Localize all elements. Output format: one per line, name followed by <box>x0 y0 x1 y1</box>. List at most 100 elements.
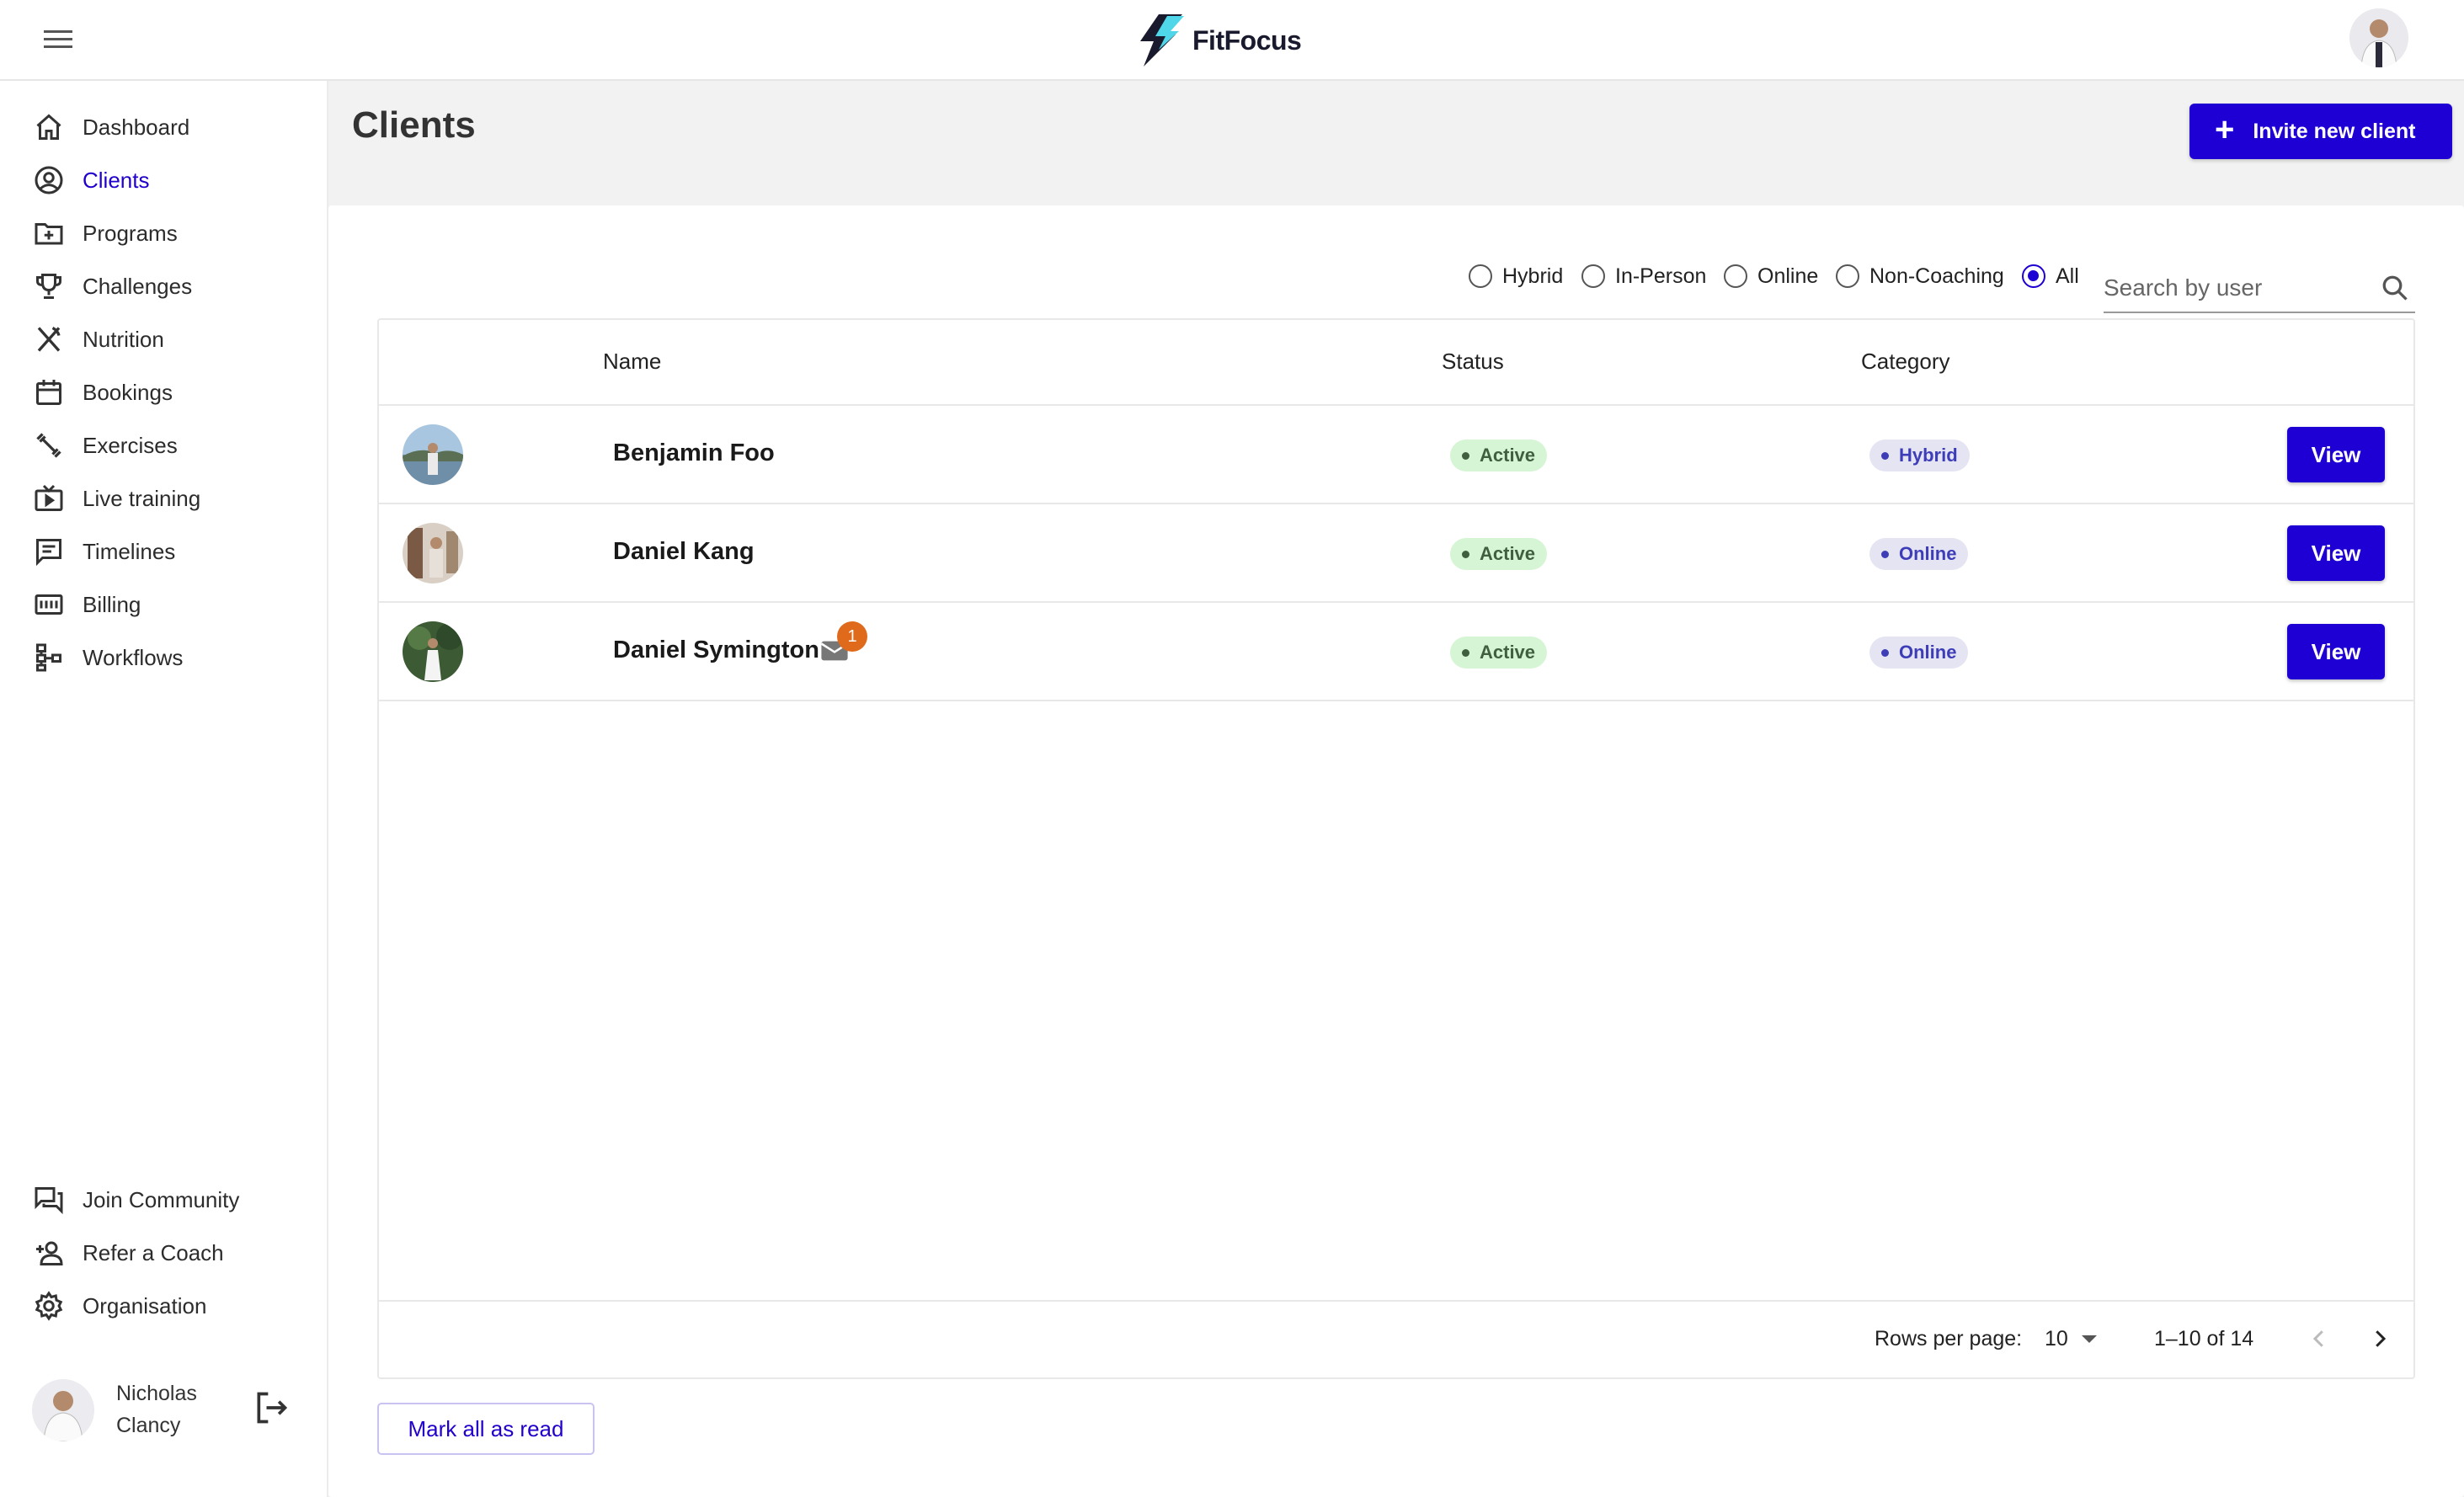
category-text: Online <box>1899 642 1957 663</box>
column-header-category[interactable]: Category <box>1861 349 1950 375</box>
next-page-button[interactable] <box>2360 1319 2400 1359</box>
fitfocus-logo[interactable]: FitFocus <box>1133 10 1302 71</box>
rows-per-page-select[interactable]: 10 <box>2045 1322 2097 1356</box>
trophy-icon <box>32 269 66 303</box>
sidebar-item-clients[interactable]: Clients <box>32 157 310 204</box>
column-header-name[interactable]: Name <box>603 349 661 375</box>
previous-page-button[interactable] <box>2299 1319 2339 1359</box>
category-text: Hybrid <box>1899 445 1958 466</box>
sidebar-item-join-community[interactable]: Join Community <box>32 1176 310 1223</box>
sidebar-item-programs[interactable]: Programs <box>32 210 310 257</box>
mark-all-as-read-button[interactable]: Mark all as read <box>377 1403 595 1455</box>
status-badge: Active <box>1450 637 1548 669</box>
table-row[interactable]: Daniel Symington 1 Active Online View <box>379 601 2413 700</box>
filter-radio-in-person[interactable]: In-Person <box>1581 261 1706 291</box>
filter-radio-non-coaching[interactable]: Non-Coaching <box>1836 261 2004 291</box>
category-text: Online <box>1899 543 1957 564</box>
client-name: Daniel Kang <box>613 538 755 565</box>
status-text: Active <box>1480 543 1536 564</box>
sidebar-item-label: Nutrition <box>83 326 164 352</box>
sidebar-item-label: Clients <box>83 167 150 193</box>
search-icon[interactable] <box>2380 273 2410 303</box>
sidebar-item-label: Refer a Coach <box>83 1239 224 1265</box>
chevron-left-icon <box>2312 1330 2323 1347</box>
radio-circle <box>1836 264 1859 288</box>
comment-icon <box>32 535 66 568</box>
billing-icon <box>32 588 66 621</box>
view-client-button[interactable]: View <box>2287 427 2385 482</box>
status-dot <box>1462 648 1469 657</box>
category-dot <box>1881 451 1889 460</box>
unread-count-badge: 1 <box>837 621 867 652</box>
user-profile: Nicholas Clancy <box>32 1369 310 1453</box>
sidebar-item-label: Dashboard <box>83 114 190 140</box>
logout-icon[interactable] <box>253 1389 293 1430</box>
sidebar-item-label: Workflows <box>83 644 184 670</box>
client-name: Benjamin Foo <box>613 440 775 466</box>
rows-per-page-value: 10 <box>2045 1326 2068 1350</box>
table-divider <box>379 700 2413 701</box>
avatar[interactable] <box>403 523 463 583</box>
sidebar-item-label: Live training <box>83 485 201 511</box>
view-client-button[interactable]: View <box>2287 624 2385 679</box>
sidebar-item-label: Bookings <box>83 379 173 405</box>
sidebar-item-refer-a-coach[interactable]: Refer a Coach <box>32 1229 310 1276</box>
filter-radio-online[interactable]: Online <box>1724 261 1818 291</box>
sidebar-item-bookings[interactable]: Bookings <box>32 369 310 416</box>
table-row[interactable]: Benjamin Foo Active Hybrid View <box>379 404 2413 503</box>
sidebar-item-label: Timelines <box>83 538 176 564</box>
home-icon <box>32 110 66 144</box>
radio-label: All <box>2056 264 2079 288</box>
search-input[interactable] <box>2104 271 2365 305</box>
radio-label: In-Person <box>1615 264 1707 288</box>
sidebar-item-label: Organisation <box>83 1292 207 1319</box>
radio-circle <box>1724 264 1747 288</box>
sidebar-item-billing[interactable]: Billing <box>32 581 310 628</box>
pagination-divider <box>379 1300 2413 1302</box>
invite-button-label: Invite new client <box>2253 119 2416 143</box>
live-tv-icon <box>32 482 66 515</box>
hamburger-menu-icon[interactable] <box>44 25 77 56</box>
user-name: Nicholas Clancy <box>116 1382 197 1437</box>
forum-icon <box>32 1183 66 1217</box>
invite-new-client-button[interactable]: + Invite new client <box>2189 104 2452 159</box>
filter-radio-all[interactable]: All <box>2022 261 2079 291</box>
sidebar-item-label: Challenges <box>83 273 193 299</box>
rows-per-page-label: Rows per page: <box>1875 1327 2023 1350</box>
sidebar-item-dashboard[interactable]: Dashboard <box>32 104 310 151</box>
sidebar-item-challenges[interactable]: Challenges <box>32 263 310 310</box>
sidebar-item-organisation[interactable]: Organisation <box>32 1282 310 1329</box>
clients-table: Name Status Category Benjamin Foo Active… <box>377 318 2415 1379</box>
sidebar-item-label: Join Community <box>83 1186 240 1212</box>
sidebar-item-timelines[interactable]: Timelines <box>32 528 310 575</box>
category-dot <box>1881 648 1889 657</box>
caret-down-icon <box>2081 1335 2097 1343</box>
radio-circle <box>2022 264 2045 288</box>
avatar[interactable] <box>32 1379 94 1441</box>
sidebar-item-nutrition[interactable]: Nutrition <box>32 316 310 363</box>
category-badge: Online <box>1869 538 1969 570</box>
sidebar-item-label: Billing <box>83 591 141 617</box>
sidebar-item-exercises[interactable]: Exercises <box>32 422 310 469</box>
filter-radio-hybrid[interactable]: Hybrid <box>1469 261 1563 291</box>
status-text: Active <box>1480 445 1536 466</box>
avatar[interactable] <box>403 424 463 485</box>
avatar[interactable] <box>403 621 463 682</box>
client-name: Daniel Symington <box>613 637 819 663</box>
table-row[interactable]: Daniel Kang Active Online View <box>379 503 2413 601</box>
radio-circle <box>1581 264 1605 288</box>
workflow-icon <box>32 641 66 674</box>
account-avatar[interactable] <box>2349 8 2408 67</box>
fork-knife-icon <box>32 322 66 356</box>
category-dot <box>1881 550 1889 558</box>
category-badge: Online <box>1869 637 1969 669</box>
sidebar-item-workflows[interactable]: Workflows <box>32 634 310 681</box>
sidebar-item-live-training[interactable]: Live training <box>32 475 310 522</box>
account-circle-icon <box>32 163 66 197</box>
column-header-status[interactable]: Status <box>1442 349 1504 375</box>
top-app-bar: FitFocus <box>0 0 2464 81</box>
calendar-icon <box>32 376 66 409</box>
view-client-button[interactable]: View <box>2287 525 2385 581</box>
plus-icon: + <box>2215 111 2235 148</box>
search-field <box>2104 261 2415 313</box>
